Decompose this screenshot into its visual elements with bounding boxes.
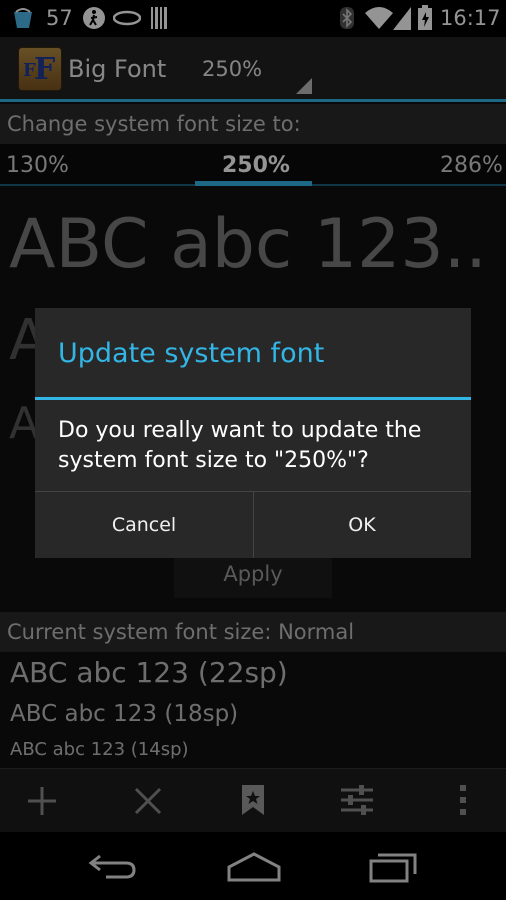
ok-button[interactable]: OK (253, 492, 471, 558)
dialog-title-divider (35, 397, 471, 400)
dialog-message: Do you really want to update the system … (58, 418, 422, 473)
cancel-button[interactable]: Cancel (35, 492, 253, 558)
update-font-dialog: Update system font Do you really want to… (35, 308, 471, 558)
dialog-title: Update system font (58, 338, 325, 369)
